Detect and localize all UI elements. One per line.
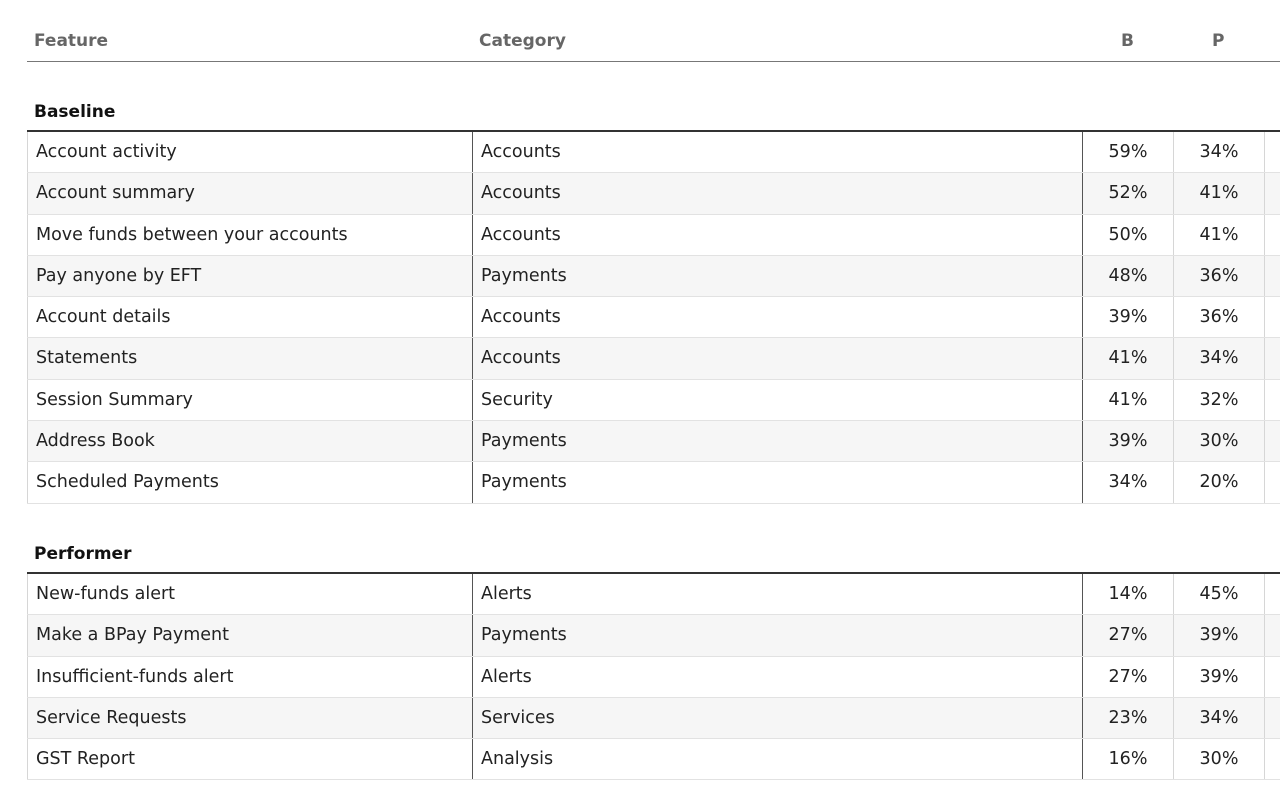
column-header-p[interactable]: P [1212, 31, 1224, 51]
cell-category: Payments [473, 255, 1083, 297]
cell-b: 59% [1083, 132, 1174, 173]
cell-p: 45% [1174, 574, 1265, 615]
cell-category: Accounts [473, 338, 1083, 379]
cell-p: 41% [1174, 173, 1265, 214]
table-header: Feature Category B P [27, 0, 1280, 62]
table-row[interactable]: Address Book Payments 39% 30% [27, 421, 1280, 463]
cell-b: 41% [1083, 379, 1174, 421]
cell-p: 30% [1174, 739, 1265, 780]
table-row[interactable]: GST Report Analysis 16% 30% [27, 739, 1280, 781]
cell-b: 27% [1083, 615, 1174, 656]
cell-extra [1265, 615, 1280, 655]
group-rows: Account activity Accounts 59% 34% Accoun… [27, 132, 1280, 504]
group-performer: Performer New-funds alert Alerts 14% 45%… [27, 536, 1280, 781]
cell-extra [1265, 256, 1280, 296]
cell-feature: Make a BPay Payment [27, 615, 473, 656]
cell-category: Payments [473, 615, 1083, 656]
cell-p: 20% [1174, 462, 1265, 503]
table-row[interactable]: Make a BPay Payment Payments 27% 39% [27, 615, 1280, 657]
cell-feature: GST Report [27, 739, 473, 780]
table-row[interactable]: Service Requests Services 23% 34% [27, 697, 1280, 740]
column-header-feature[interactable]: Feature [34, 31, 108, 51]
table-row[interactable]: Account activity Accounts 59% 34% [27, 132, 1280, 174]
cell-feature: Pay anyone by EFT [27, 255, 473, 297]
cell-b: 39% [1083, 297, 1174, 338]
cell-b: 52% [1083, 173, 1174, 214]
table-row[interactable]: Pay anyone by EFT Payments 48% 36% [27, 255, 1280, 298]
cell-extra [1265, 698, 1280, 738]
cell-feature: Account details [27, 297, 473, 338]
cell-b: 39% [1083, 421, 1174, 462]
cell-category: Accounts [473, 132, 1083, 173]
feature-usage-table: Feature Category B P Baseline Account ac… [0, 0, 1280, 799]
cell-extra [1265, 297, 1280, 337]
cell-feature: Insufficient-funds alert [27, 656, 473, 697]
cell-extra [1265, 421, 1280, 461]
cell-b: 50% [1083, 214, 1174, 255]
cell-feature: Scheduled Payments [27, 462, 473, 503]
group-rows: New-funds alert Alerts 14% 45% Make a BP… [27, 574, 1280, 781]
column-header-category[interactable]: Category [479, 31, 566, 51]
cell-feature: Statements [27, 338, 473, 379]
cell-category: Accounts [473, 173, 1083, 214]
group-baseline: Baseline Account activity Accounts 59% 3… [27, 94, 1280, 504]
cell-b: 23% [1083, 697, 1174, 739]
column-header-b[interactable]: B [1121, 31, 1134, 51]
cell-extra [1265, 215, 1280, 255]
table-row[interactable]: Move funds between your accounts Account… [27, 214, 1280, 256]
cell-p: 36% [1174, 297, 1265, 338]
group-title: Performer [27, 536, 1280, 574]
cell-extra [1265, 462, 1280, 502]
cell-p: 34% [1174, 338, 1265, 379]
cell-feature: Session Summary [27, 379, 473, 421]
table-row[interactable]: New-funds alert Alerts 14% 45% [27, 574, 1280, 616]
cell-category: Accounts [473, 214, 1083, 255]
cell-feature: Account activity [27, 132, 473, 173]
group-title: Baseline [27, 94, 1280, 132]
cell-feature: Move funds between your accounts [27, 214, 473, 255]
cell-b: 16% [1083, 739, 1174, 780]
cell-p: 34% [1174, 132, 1265, 173]
table-row[interactable]: Statements Accounts 41% 34% [27, 338, 1280, 380]
cell-feature: Service Requests [27, 697, 473, 739]
cell-extra [1265, 132, 1280, 172]
cell-p: 41% [1174, 214, 1265, 255]
cell-feature: Account summary [27, 173, 473, 214]
cell-category: Payments [473, 462, 1083, 503]
cell-category: Security [473, 379, 1083, 421]
cell-extra [1265, 739, 1280, 779]
cell-category: Services [473, 697, 1083, 739]
cell-category: Alerts [473, 656, 1083, 697]
cell-p: 36% [1174, 255, 1265, 297]
cell-b: 48% [1083, 255, 1174, 297]
cell-category: Analysis [473, 739, 1083, 780]
cell-p: 32% [1174, 379, 1265, 421]
cell-category: Accounts [473, 297, 1083, 338]
cell-extra [1265, 657, 1280, 697]
cell-b: 27% [1083, 656, 1174, 697]
cell-extra [1265, 574, 1280, 614]
table-row[interactable]: Session Summary Security 41% 32% [27, 379, 1280, 422]
cell-extra [1265, 380, 1280, 420]
cell-b: 14% [1083, 574, 1174, 615]
table-row[interactable]: Scheduled Payments Payments 34% 20% [27, 462, 1280, 504]
cell-p: 39% [1174, 656, 1265, 697]
cell-feature: New-funds alert [27, 574, 473, 615]
table-row[interactable]: Insufficient-funds alert Alerts 27% 39% [27, 656, 1280, 698]
cell-b: 41% [1083, 338, 1174, 379]
cell-p: 39% [1174, 615, 1265, 656]
cell-extra [1265, 173, 1280, 213]
table-row[interactable]: Account summary Accounts 52% 41% [27, 173, 1280, 215]
cell-p: 34% [1174, 697, 1265, 739]
cell-category: Payments [473, 421, 1083, 462]
cell-b: 34% [1083, 462, 1174, 503]
table-row[interactable]: Account details Accounts 39% 36% [27, 297, 1280, 339]
cell-p: 30% [1174, 421, 1265, 462]
cell-category: Alerts [473, 574, 1083, 615]
cell-feature: Address Book [27, 421, 473, 462]
cell-extra [1265, 338, 1280, 378]
